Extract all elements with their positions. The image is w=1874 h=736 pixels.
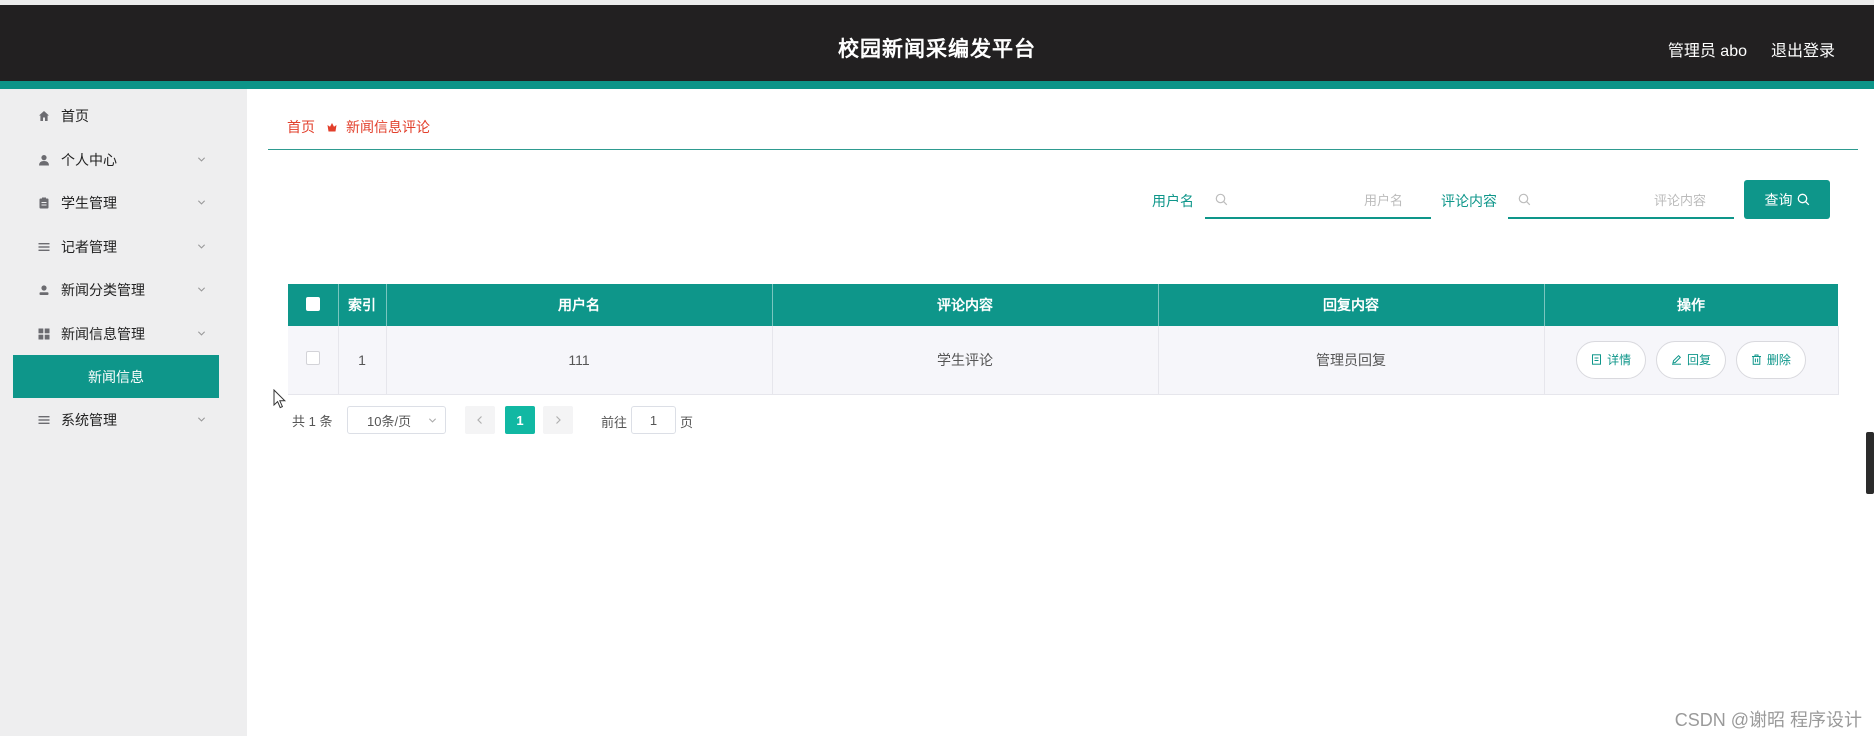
sidebar-item-label: 个人中心 [61, 151, 117, 168]
trash-icon [1751, 354, 1761, 366]
header-accent-bar [0, 81, 1874, 89]
sidebar-item-home[interactable]: 首页 [0, 94, 247, 137]
select-all-cell [288, 284, 339, 326]
chevron-down-icon [428, 418, 437, 423]
page-scrollbar-handle[interactable] [1866, 432, 1874, 494]
sidebar-item-news-info-management[interactable]: 新闻信息管理 [0, 312, 247, 355]
column-header: 用户名 [386, 284, 773, 326]
sidebar-item-label: 学生管理 [61, 194, 117, 211]
pagination-total: 共 1 条 [292, 406, 332, 434]
top-header: 校园新闻采编发平台 管理员 abo 退出登录 [0, 5, 1874, 81]
username-search-input[interactable] [1227, 189, 1403, 211]
sidebar-item-label: 首页 [61, 107, 89, 124]
watermark-text: CSDN @谢昭 程序设计 [1674, 710, 1862, 730]
prev-page-button[interactable] [465, 406, 495, 434]
admin-user-label: 管理员 abo [1667, 43, 1747, 60]
breadcrumb-separator-icon [327, 123, 337, 132]
person-icon [37, 283, 51, 297]
sidebar-subitem-news-info[interactable]: 新闻信息 [13, 355, 219, 398]
breadcrumb: 首页 新闻信息评论 [287, 117, 430, 137]
chevron-down-icon [197, 331, 206, 336]
row-username: 111 [386, 326, 773, 395]
breadcrumb-home-link[interactable]: 首页 [287, 117, 315, 137]
mouse-cursor-icon [273, 389, 287, 409]
delete-button-label: 删除 [1766, 353, 1791, 368]
home-icon [37, 109, 51, 123]
comment-search-input[interactable] [1530, 189, 1706, 211]
sidebar-item-label: 系统管理 [61, 411, 117, 428]
row-select-cell [288, 326, 339, 395]
sidebar-item-system-management[interactable]: 系统管理 [0, 398, 247, 441]
page-size-value: 10条/页 [367, 413, 412, 429]
comment-search-label: 评论内容 [1441, 193, 1497, 209]
chevron-down-icon [197, 287, 206, 292]
page-number-button[interactable]: 1 [505, 406, 535, 434]
column-header: 评论内容 [772, 284, 1159, 326]
detail-button[interactable]: 详情 [1576, 340, 1647, 379]
sidebar-item-news-category-management[interactable]: 新闻分类管理 [0, 268, 247, 311]
edit-icon [1671, 355, 1681, 365]
sidebar-item-reporter-management[interactable]: 记者管理 [0, 225, 247, 268]
next-page-button[interactable] [543, 406, 573, 434]
username-search-label: 用户名 [1152, 193, 1194, 209]
query-button-label: 查询 [1764, 191, 1793, 208]
reply-button[interactable]: 回复 [1655, 340, 1726, 379]
total-count: 共 1 条 [292, 413, 333, 429]
clipboard-icon [37, 196, 51, 210]
list-icon [37, 240, 51, 254]
goto-label: 前往 [601, 415, 628, 430]
document-icon [1592, 354, 1602, 365]
detail-button-label: 详情 [1607, 353, 1632, 368]
query-button[interactable]: 查询 [1744, 180, 1830, 219]
chevron-down-icon [197, 200, 206, 205]
list-icon [37, 413, 51, 427]
row-index: 1 [338, 326, 387, 395]
chevron-down-icon [197, 244, 206, 249]
table-row: 1 111 学生评论 管理员回复 详情 回复 删除 [288, 326, 1839, 395]
table-header-row: 索引 用户名 评论内容 回复内容 操作 [288, 284, 1839, 326]
breadcrumb-current: 新闻信息评论 [346, 119, 430, 135]
chevron-left-icon [477, 416, 482, 424]
column-header: 回复内容 [1158, 284, 1545, 326]
reply-button-label: 回复 [1686, 353, 1711, 368]
delete-button[interactable]: 删除 [1735, 340, 1806, 379]
chevron-down-icon [197, 157, 206, 162]
sidebar-item-label: 新闻信息管理 [61, 325, 145, 342]
app-title: 校园新闻采编发平台 [838, 38, 1036, 61]
sidebar-item-label: 新闻分类管理 [61, 281, 145, 298]
logout-link[interactable]: 退出登录 [1771, 37, 1835, 61]
page-size-select[interactable]: 10条/页 [347, 406, 446, 434]
username-search-box [1205, 183, 1431, 219]
column-header: 索引 [338, 284, 387, 326]
row-comment: 学生评论 [772, 326, 1159, 395]
sidebar-item-student-management[interactable]: 学生管理 [0, 181, 247, 224]
grid-icon [37, 327, 51, 341]
column-header: 操作 [1544, 284, 1839, 326]
user-icon [37, 153, 51, 167]
sidebar-item-personal-center[interactable]: 个人中心 [0, 138, 247, 181]
goto-page-input[interactable] [631, 406, 676, 434]
comment-table: 索引 用户名 评论内容 回复内容 操作 1 111 学生评论 管理员回复 详情 … [288, 284, 1839, 395]
row-reply: 管理员回复 [1158, 326, 1545, 395]
page-unit-label: 页 [680, 415, 694, 430]
breadcrumb-divider [268, 149, 1858, 150]
chevron-right-icon [556, 416, 561, 424]
row-actions: 详情 回复 删除 [1544, 326, 1839, 395]
search-icon [1797, 193, 1809, 206]
select-all-checkbox[interactable] [305, 296, 320, 311]
comment-search-box [1508, 183, 1734, 219]
chevron-down-icon [197, 417, 206, 422]
sidebar: 首页 个人中心 学生管理 记者管理 新闻分类管理 新闻信息管理 新闻信息 系统管… [0, 89, 247, 736]
sidebar-item-label: 记者管理 [61, 238, 117, 255]
row-checkbox[interactable] [305, 351, 320, 366]
